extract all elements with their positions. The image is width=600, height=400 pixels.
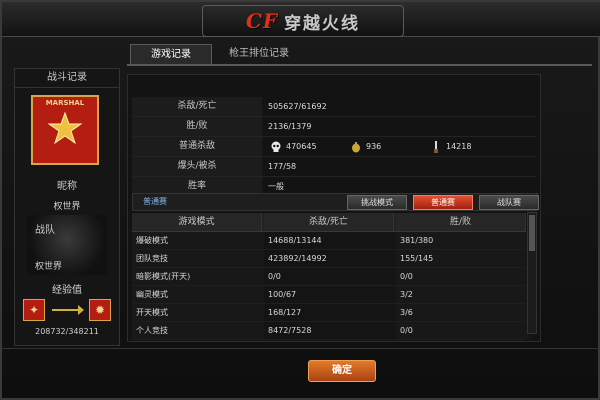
rank-label: MARSHAL: [45, 99, 85, 107]
table-row[interactable]: 团队竞技 423892/14992 155/145: [132, 250, 530, 268]
stat-value: 2136/1379: [268, 122, 312, 131]
mode-winloss: 381/380: [396, 232, 530, 249]
stat-value: 505627/61692: [268, 102, 327, 111]
next-rank-icon: ✹: [89, 299, 111, 321]
clan-value: 权世界: [35, 262, 63, 272]
mode-stats-table: 游戏模式 杀敌/死亡 胜/败 爆破模式 14688/13144 381/380 …: [132, 213, 530, 340]
stat-row-kills: 普通杀敌 470645 936 14218: [132, 137, 536, 157]
stat-label: 胜/败: [132, 117, 262, 136]
mode-winloss: 3/2: [396, 286, 530, 303]
mode-kd: 168/127: [264, 304, 398, 321]
stat-label: 普通杀敌: [132, 137, 262, 156]
stat-row-winloss: 胜/败 2136/1379: [132, 117, 536, 137]
kill-value-melee: 14218: [446, 142, 472, 151]
logo-text: 穿越火线: [284, 13, 361, 34]
mode-name: 开天模式: [132, 304, 266, 321]
table-row[interactable]: 暗影模式(开天) 0/0 0/0: [132, 268, 530, 286]
mode-kd: 8472/7528: [264, 322, 398, 339]
stat-row-kd: 杀敌/死亡 505627/61692: [132, 97, 536, 117]
mode-filter-bar: 普通赛 挑战模式 普通赛 战队赛: [132, 193, 539, 211]
nickname-label: 昵称: [57, 181, 77, 192]
column-header-mode: 游戏模式: [132, 213, 262, 231]
mode-name: 爆破模式: [132, 232, 266, 249]
stat-value: 177/58: [268, 162, 297, 171]
clan-label: 战队: [35, 225, 55, 236]
game-logo: CF 穿越火线: [202, 5, 404, 37]
profile-panel-title: 战斗记录: [15, 69, 119, 88]
column-header-winloss: 胜/败: [396, 213, 526, 231]
mode-winloss: 3/6: [396, 304, 530, 321]
skull-icon: [271, 141, 281, 152]
mode-name: 暗影模式(开天): [132, 268, 266, 285]
grenade-icon: [352, 142, 360, 153]
mode-winloss: 155/145: [396, 250, 530, 267]
confirm-button[interactable]: 确定: [308, 360, 376, 382]
top-bar: CF 穿越火线: [2, 2, 600, 37]
game-window: CF 穿越火线 游戏记录 枪王排位记录 战斗记录 MARSHAL 昵称 权世界 …: [0, 0, 600, 400]
exp-value: 208732/348211: [35, 327, 99, 336]
scroll-thumb[interactable]: [529, 215, 535, 251]
mode-filter-label: 普通赛: [143, 197, 167, 206]
mode-winloss: 0/0: [396, 268, 530, 285]
stats-table: 杀敌/死亡 505627/61692 胜/败 2136/1379 普通杀敌 47…: [132, 97, 536, 197]
mode-table-header: 游戏模式 杀敌/死亡 胜/败: [132, 213, 526, 232]
table-row[interactable]: 幽灵模式 100/67 3/2: [132, 286, 530, 304]
exp-progress: ✦ ✹: [23, 297, 111, 323]
table-row[interactable]: 个人竞技 8472/7528 0/0: [132, 322, 530, 340]
normal-match-button[interactable]: 普通赛: [413, 195, 473, 210]
table-scrollbar[interactable]: [527, 212, 537, 334]
star-icon: [47, 111, 83, 145]
mode-name: 团队竞技: [132, 250, 266, 267]
kill-value-normal: 470645: [286, 142, 317, 151]
rank-badge: MARSHAL: [31, 95, 99, 165]
kill-value-grenade: 936: [366, 142, 382, 151]
profile-panel: 战斗记录 MARSHAL 昵称 权世界 战队 权世界 经验值 ✦ ✹ 20873…: [14, 68, 120, 346]
mode-kd: 14688/13144: [264, 232, 398, 249]
mode-name: 幽灵模式: [132, 286, 266, 303]
stat-label: 爆头/被杀: [132, 157, 262, 176]
nickname-value: 权世界: [53, 202, 81, 212]
tab-ranked-record[interactable]: 枪王排位记录: [214, 44, 304, 64]
table-row[interactable]: 开天模式 168/127 3/6: [132, 304, 530, 322]
stat-row-headshot: 爆头/被杀 177/58: [132, 157, 536, 177]
clan-match-button[interactable]: 战队赛: [479, 195, 539, 210]
mode-kd: 423892/14992: [264, 250, 398, 267]
exp-label: 经验值: [52, 285, 82, 296]
column-header-kd: 杀敌/死亡: [264, 213, 394, 231]
mode-kd: 100/67: [264, 286, 398, 303]
stat-label: 杀敌/死亡: [132, 97, 262, 116]
current-rank-icon: ✦: [23, 299, 45, 321]
knife-icon: [434, 141, 438, 153]
mode-name: 个人竞技: [132, 322, 266, 339]
arrow-right-icon: [52, 305, 84, 315]
logo-cf: CF: [245, 9, 279, 33]
footer-divider: [2, 348, 600, 349]
tab-game-record[interactable]: 游戏记录: [130, 44, 212, 65]
stats-panel: 杀敌/死亡 505627/61692 胜/败 2136/1379 普通杀敌 47…: [127, 74, 541, 342]
mode-winloss: 0/0: [396, 322, 530, 339]
tab-strip: [127, 64, 592, 66]
mode-kd: 0/0: [264, 268, 398, 285]
table-row[interactable]: 爆破模式 14688/13144 381/380: [132, 232, 530, 250]
challenge-mode-button[interactable]: 挑战模式: [347, 195, 407, 210]
